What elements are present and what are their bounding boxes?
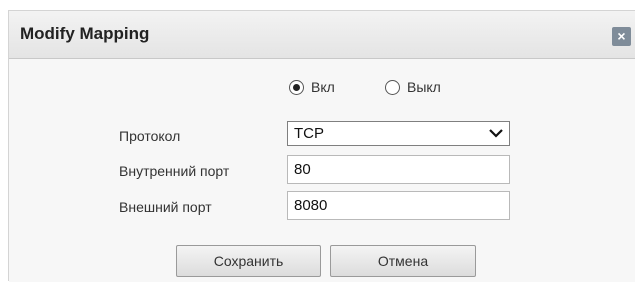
internal-port-value: 80 [294, 161, 311, 178]
chevron-down-icon [489, 129, 503, 138]
protocol-select[interactable]: TCP [287, 121, 510, 146]
modify-mapping-dialog: Modify Mapping × Вкл Выкл Протокол TCP В… [8, 10, 635, 282]
protocol-label: Протокол [119, 128, 181, 144]
external-port-input[interactable]: 8080 [287, 191, 510, 220]
radio-on-label: Вкл [311, 79, 335, 95]
dialog-title: Modify Mapping [20, 24, 150, 43]
radio-on[interactable]: Вкл [289, 79, 335, 95]
internal-port-label: Внутренний порт [119, 163, 230, 179]
radio-off-indicator[interactable] [385, 79, 400, 95]
close-icon: × [617, 28, 626, 44]
protocol-value: TCP [294, 125, 324, 142]
external-port-value: 8080 [294, 197, 328, 214]
radio-off[interactable]: Выкл [385, 79, 441, 95]
dialog-body: Вкл Выкл Протокол TCP Внутренний порт 80… [9, 59, 635, 282]
external-port-label: Внешний порт [119, 199, 212, 215]
close-button[interactable]: × [612, 27, 631, 46]
save-button[interactable]: Сохранить [176, 245, 321, 277]
status-radio-group: Вкл Выкл [9, 79, 635, 99]
dialog-titlebar: Modify Mapping × [9, 11, 635, 59]
radio-off-label: Выкл [407, 79, 441, 95]
cancel-button[interactable]: Отмена [330, 245, 476, 277]
radio-on-indicator[interactable] [289, 79, 304, 95]
internal-port-input[interactable]: 80 [287, 155, 510, 184]
